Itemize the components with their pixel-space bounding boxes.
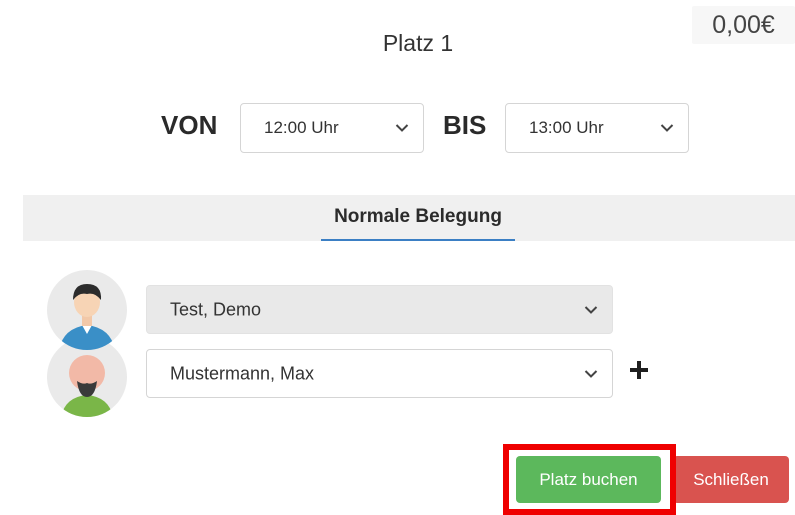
chevron-down-icon bbox=[584, 369, 598, 378]
plus-icon[interactable] bbox=[628, 359, 650, 381]
to-label: BIS bbox=[443, 110, 487, 140]
highlight-box bbox=[503, 444, 676, 515]
to-time-select[interactable]: 13:00 Uhr bbox=[505, 103, 689, 153]
chevron-down-icon bbox=[584, 305, 598, 314]
player-2-name: Mustermann, Max bbox=[170, 363, 315, 383]
player-1-name: Test, Demo bbox=[170, 299, 262, 319]
chevron-down-icon bbox=[395, 124, 409, 132]
tab-bar: Normale Belegung bbox=[23, 195, 795, 241]
page-title: Platz 1 bbox=[382, 30, 454, 56]
tab-normale-belegung[interactable]: Normale Belegung bbox=[321, 195, 515, 241]
from-time-select[interactable]: 12:00 Uhr bbox=[240, 103, 424, 153]
from-label: VON bbox=[161, 110, 218, 140]
to-time-value: 13:00 Uhr bbox=[529, 118, 604, 137]
player-2-select[interactable]: Mustermann, Max bbox=[146, 349, 613, 398]
player-1-select[interactable]: Test, Demo bbox=[146, 285, 613, 334]
user-avatar-icon bbox=[47, 270, 127, 350]
from-time-value: 12:00 Uhr bbox=[264, 118, 339, 137]
close-button[interactable]: Schließen bbox=[673, 456, 789, 503]
chevron-down-icon bbox=[660, 124, 674, 132]
